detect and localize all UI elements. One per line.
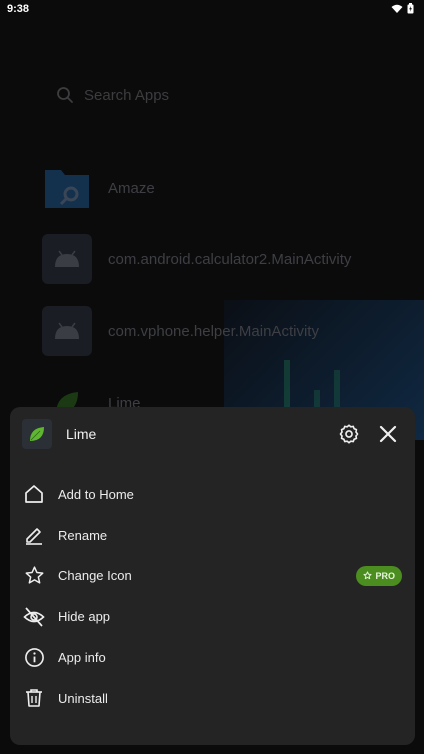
sheet-app-name: Lime [66,426,97,442]
menu-item-label: Uninstall [58,690,108,706]
menu-item-app-info[interactable]: App info [10,637,415,678]
gear-icon [339,424,359,444]
eye-off-icon [22,605,46,629]
menu-item-label: Add to Home [58,486,134,502]
options-menu: Add to Home Rename Change Icon PRO Hide … [10,474,415,719]
menu-item-rename[interactable]: Rename [10,515,415,556]
status-icons [391,3,414,14]
pro-badge: PRO [356,565,402,586]
android-icon [42,234,92,284]
leaf-icon [22,419,52,449]
menu-item-hide-app[interactable]: Hide app [10,596,415,637]
star-icon [22,564,46,588]
menu-item-label: Hide app [58,609,111,625]
info-icon [22,646,46,670]
app-label: Amaze [108,179,155,197]
trash-icon [22,686,46,710]
star-icon [363,571,372,580]
menu-item-label: Rename [58,527,108,543]
close-icon [379,425,397,443]
android-icon [42,306,92,356]
close-button[interactable] [375,421,401,447]
menu-item-label: Change Icon [58,568,132,584]
app-label: com.vphone.helper.MainActivity [108,322,319,340]
home-icon [22,482,46,506]
settings-button[interactable] [336,421,362,447]
pencil-icon [22,523,46,547]
battery-icon [407,3,414,14]
search-placeholder: Search Apps [84,86,170,104]
search-bar[interactable]: Search Apps [44,76,380,114]
app-options-sheet: Lime Add to Home Rename Change Icon PRO … [10,407,415,745]
status-bar: 9:38 [0,0,424,20]
wifi-icon [391,4,403,13]
app-item-vphone-helper[interactable]: com.vphone.helper.MainActivity [42,305,319,357]
folder-search-icon [42,163,92,213]
menu-item-add-to-home[interactable]: Add to Home [10,474,415,515]
search-icon [57,87,73,103]
app-label: com.android.calculator2.MainActivity [108,250,352,268]
app-item-amaze[interactable]: Amaze [42,162,155,214]
status-time: 9:38 [7,3,30,15]
menu-item-label: App info [58,650,106,666]
menu-item-change-icon[interactable]: Change Icon PRO [10,556,415,597]
app-item-calculator[interactable]: com.android.calculator2.MainActivity [42,233,351,285]
pro-badge-label: PRO [375,570,395,581]
menu-item-uninstall[interactable]: Uninstall [10,678,415,719]
sheet-header: Lime [10,407,415,461]
